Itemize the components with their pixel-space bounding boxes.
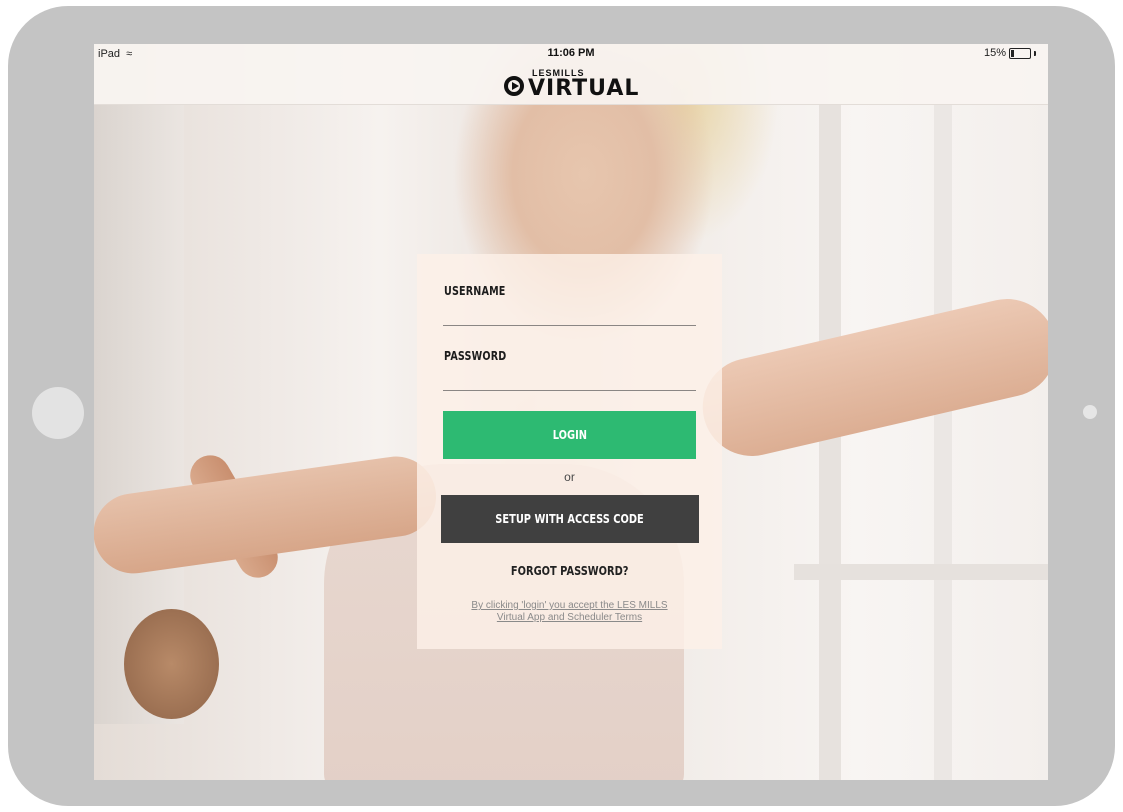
logo-big-text: VIRTUAL bbox=[528, 76, 640, 101]
background-figure bbox=[124, 609, 219, 719]
username-label: USERNAME bbox=[444, 284, 506, 298]
username-input[interactable] bbox=[443, 302, 700, 326]
battery-level bbox=[1011, 49, 1014, 57]
forgot-password-label: FORGOT PASSWORD? bbox=[510, 564, 629, 578]
setup-access-code-button[interactable]: SETUP WITH ACCESS CODE bbox=[441, 495, 699, 543]
login-button[interactable]: LOGIN bbox=[443, 411, 696, 459]
background-window bbox=[819, 104, 841, 780]
terms-line-2: Virtual App and Scheduler Terms bbox=[496, 612, 643, 623]
status-bar: iPad ≈ 11:06 PM 15% LESMILLS VIRTUAL bbox=[94, 44, 1048, 105]
password-label: PASSWORD bbox=[444, 349, 507, 363]
background-window bbox=[934, 104, 952, 780]
app-screen: iPad ≈ 11:06 PM 15% LESMILLS VIRTUAL USE… bbox=[94, 44, 1048, 780]
status-time: 11:06 PM bbox=[547, 47, 595, 59]
battery-tip bbox=[1034, 50, 1036, 56]
forgot-password-link[interactable]: FORGOT PASSWORD? bbox=[417, 564, 722, 578]
front-camera bbox=[1083, 405, 1097, 419]
login-button-label: LOGIN bbox=[552, 428, 587, 442]
status-battery: 15% bbox=[984, 47, 1036, 59]
password-underline bbox=[443, 390, 696, 391]
password-input[interactable] bbox=[443, 367, 700, 391]
or-separator: or bbox=[564, 470, 575, 484]
username-underline bbox=[443, 325, 696, 326]
logo-text: LESMILLS VIRTUAL bbox=[528, 69, 639, 100]
login-panel: USERNAME PASSWORD LOGIN or SETUP WITH AC… bbox=[417, 254, 722, 649]
battery-icon bbox=[1009, 47, 1031, 59]
home-button[interactable] bbox=[32, 387, 84, 439]
terms-line-1: By clicking 'login' you accept the LES M… bbox=[471, 600, 668, 611]
battery-percent: 15% bbox=[983, 47, 1006, 59]
access-code-button-label: SETUP WITH ACCESS CODE bbox=[495, 512, 645, 526]
app-logo: LESMILLS VIRTUAL bbox=[504, 64, 639, 100]
play-circle-icon bbox=[504, 76, 524, 96]
background-window bbox=[794, 564, 1048, 580]
terms-link[interactable]: By clicking 'login' you accept the LES M… bbox=[442, 600, 697, 624]
